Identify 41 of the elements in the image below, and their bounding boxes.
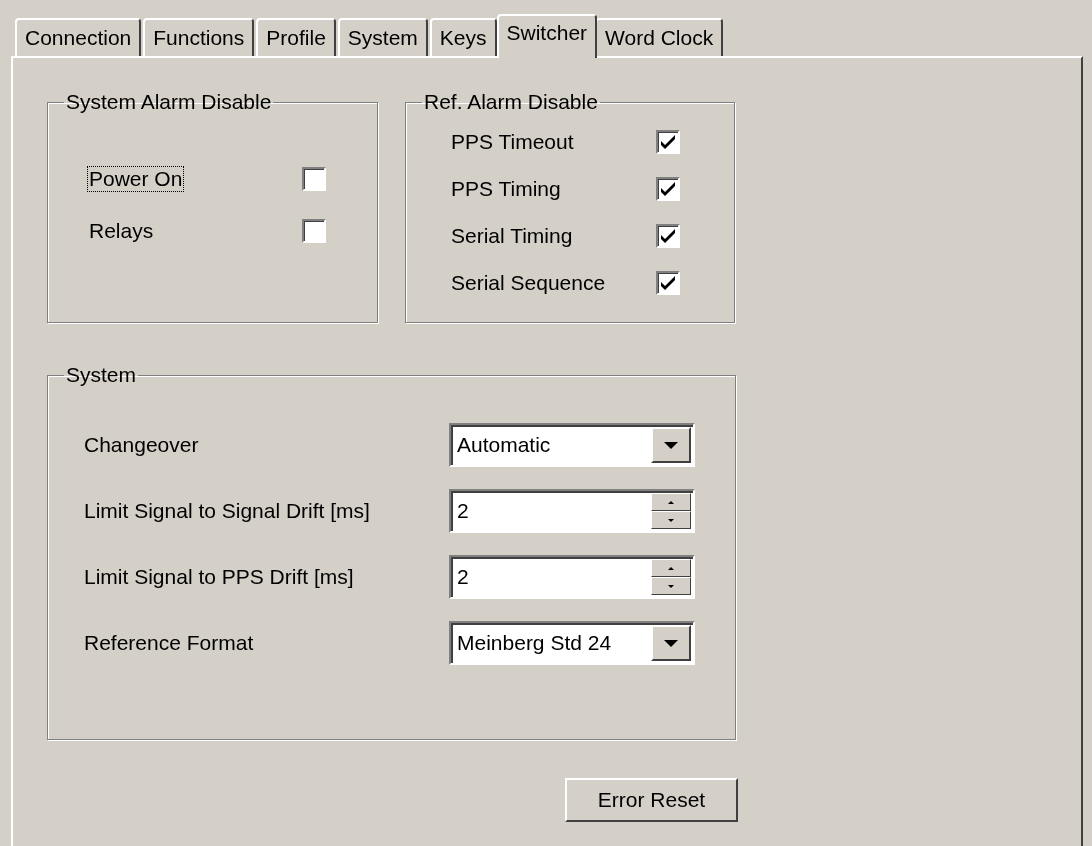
checkbox-label: Serial Sequence bbox=[450, 271, 607, 295]
down-arrow-icon bbox=[664, 639, 678, 647]
dropdown[interactable]: Meinberg Std 24 bbox=[449, 621, 695, 665]
dropdown[interactable]: Automatic bbox=[449, 423, 695, 467]
checkbox[interactable] bbox=[656, 130, 680, 154]
checkbox[interactable] bbox=[656, 271, 680, 295]
checkbox-label: Relays bbox=[88, 219, 155, 243]
field-label: Changeover bbox=[84, 433, 200, 457]
group-title: Ref. Alarm Disable bbox=[423, 90, 599, 114]
tab[interactable]: Word Clock bbox=[595, 18, 724, 56]
checkbox[interactable] bbox=[656, 177, 680, 201]
field-label: Limit Signal to PPS Drift [ms] bbox=[84, 565, 355, 589]
tab[interactable]: System bbox=[337, 18, 428, 56]
checkbox-label: Power On bbox=[88, 167, 184, 191]
checkmark-icon bbox=[661, 229, 675, 243]
checkbox[interactable] bbox=[656, 224, 680, 248]
group-title: System Alarm Disable bbox=[65, 90, 273, 114]
down-arrow-icon bbox=[668, 584, 674, 588]
checkbox[interactable] bbox=[302, 167, 326, 191]
up-arrow-icon bbox=[668, 500, 674, 504]
up-arrow-icon bbox=[668, 566, 674, 570]
tab[interactable]: Switcher bbox=[496, 14, 598, 58]
checkbox[interactable] bbox=[302, 219, 326, 243]
checkbox-label: PPS Timing bbox=[450, 177, 562, 201]
down-arrow-icon bbox=[668, 518, 674, 522]
down-arrow-icon bbox=[664, 441, 678, 449]
error-reset-button[interactable]: Error Reset bbox=[565, 778, 738, 822]
tab[interactable]: Keys bbox=[429, 18, 497, 56]
tab[interactable]: Profile bbox=[256, 18, 336, 56]
tab[interactable]: Connection bbox=[15, 18, 142, 56]
tab[interactable]: Functions bbox=[143, 18, 255, 56]
field-label: Reference Format bbox=[84, 631, 255, 655]
checkbox-label: Serial Timing bbox=[450, 224, 574, 248]
group-title: System bbox=[65, 363, 137, 387]
checkbox-label: PPS Timeout bbox=[450, 130, 575, 154]
spin-field[interactable]: 2 bbox=[449, 555, 695, 599]
checkmark-icon bbox=[661, 135, 675, 149]
checkmark-icon bbox=[661, 276, 675, 290]
spin-field[interactable]: 2 bbox=[449, 489, 695, 533]
checkmark-icon bbox=[661, 182, 675, 196]
field-label: Limit Signal to Signal Drift [ms] bbox=[84, 499, 371, 523]
